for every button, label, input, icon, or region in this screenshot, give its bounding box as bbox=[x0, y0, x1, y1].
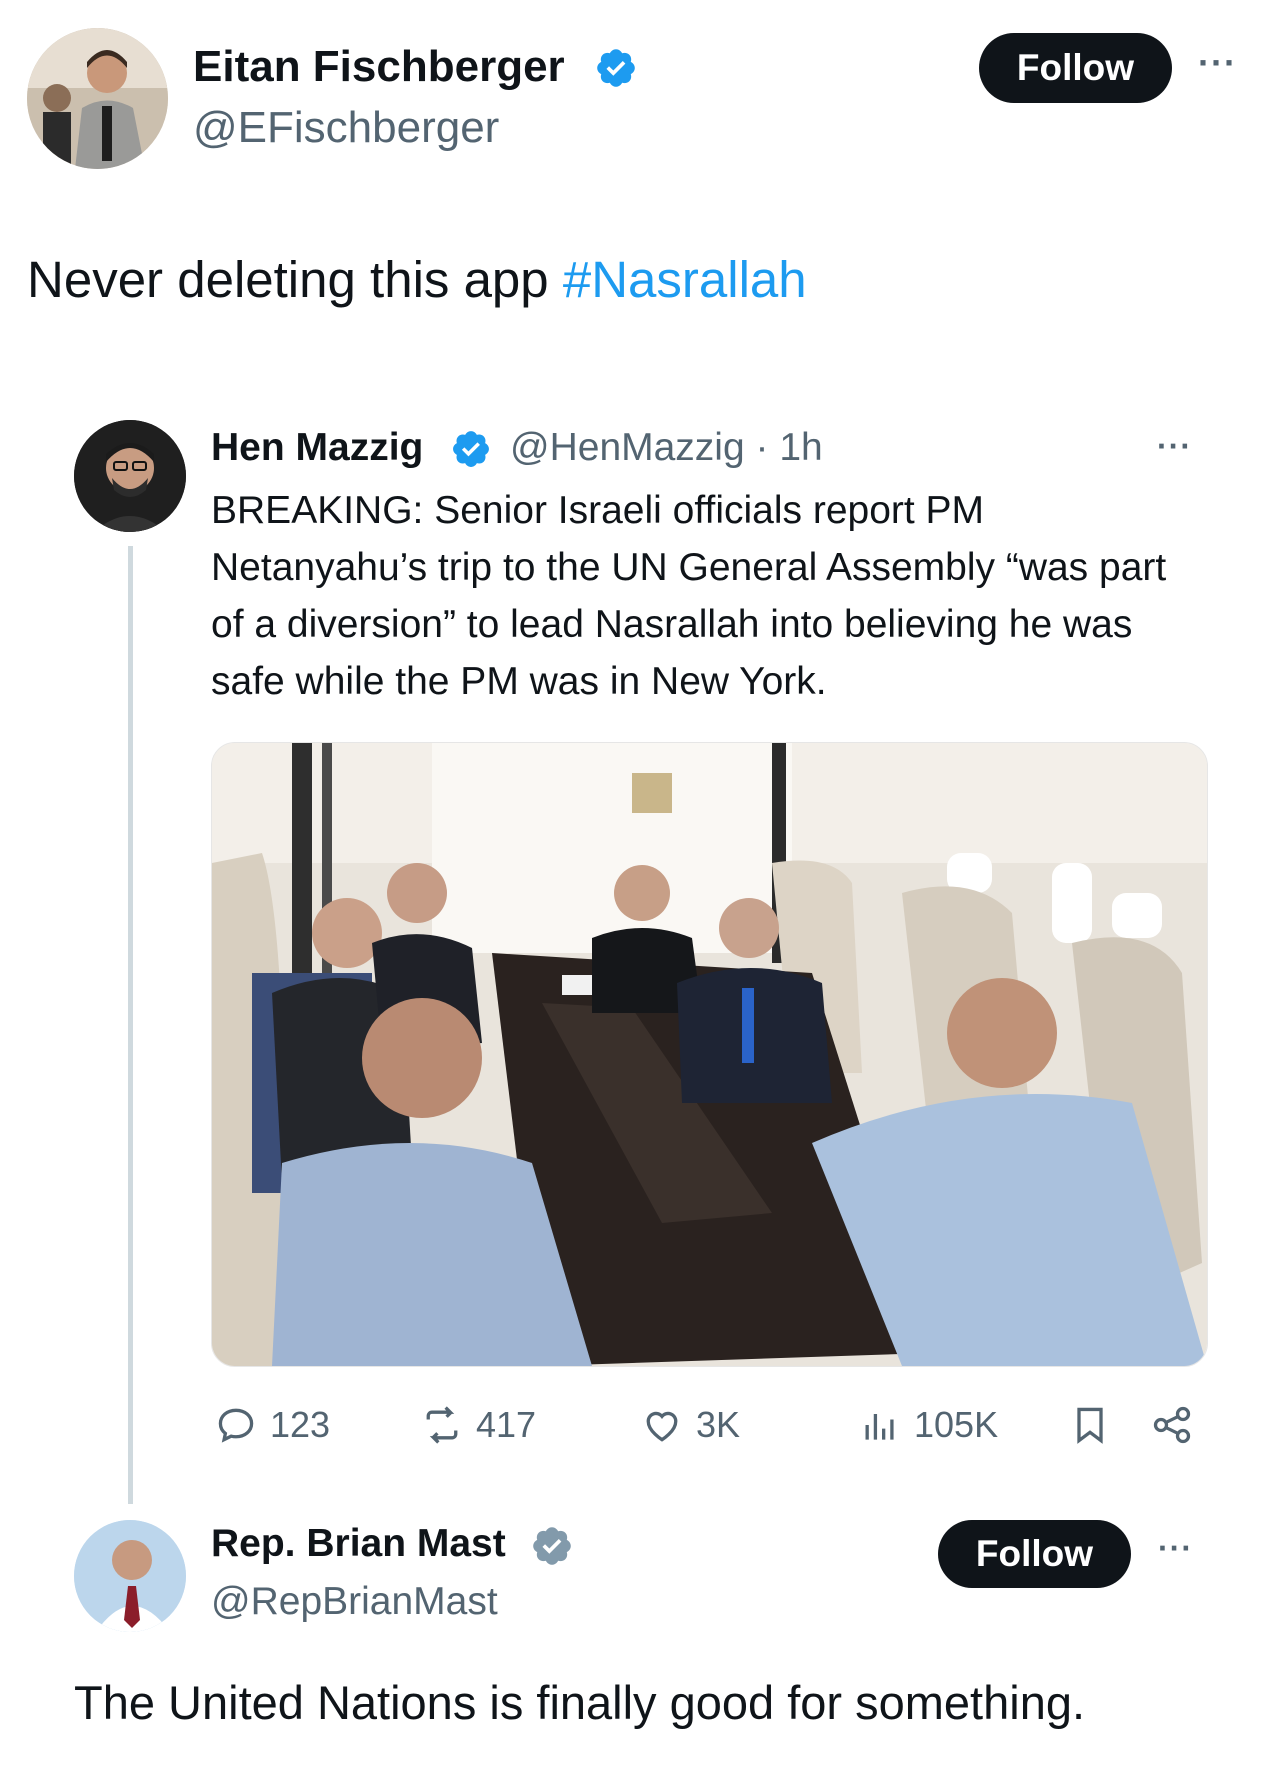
more-options-icon[interactable]: ··· bbox=[1158, 1530, 1193, 1567]
more-options-icon[interactable]: ··· bbox=[1198, 42, 1237, 84]
heart-icon bbox=[646, 1411, 678, 1442]
quoted-author-avatar[interactable] bbox=[74, 420, 186, 532]
quoted-author-handle-time[interactable]: @HenMazzig · 1h bbox=[510, 426, 823, 470]
view-count: 105K bbox=[914, 1404, 999, 1445]
reply-author-name[interactable]: Rep. Brian Mast bbox=[211, 1522, 506, 1566]
main-author-handle[interactable]: @EFischberger bbox=[193, 103, 499, 153]
repost-icon bbox=[426, 1406, 458, 1444]
main-author-name[interactable]: Eitan Fischberger bbox=[193, 42, 565, 92]
share-icon bbox=[1153, 1406, 1191, 1444]
main-tweet-body: Never deleting this app bbox=[27, 251, 563, 308]
reply-tweet-text: The United Nations is finally good for s… bbox=[74, 1676, 1086, 1729]
reply-author-handle[interactable]: @RepBrianMast bbox=[211, 1580, 498, 1624]
reply-icon bbox=[218, 1408, 254, 1443]
reply-author-avatar[interactable] bbox=[74, 1520, 186, 1632]
repost-button[interactable]: 417 bbox=[420, 1403, 536, 1447]
reply-count: 123 bbox=[270, 1404, 331, 1445]
follow-button[interactable]: Follow bbox=[979, 33, 1172, 103]
follow-button[interactable]: Follow bbox=[938, 1520, 1131, 1588]
repost-count: 417 bbox=[476, 1404, 537, 1445]
main-tweet-text: Never deleting this app #Nasrallah bbox=[27, 250, 807, 309]
tweet-photo-image[interactable] bbox=[211, 742, 1208, 1367]
more-options-icon[interactable]: ··· bbox=[1157, 428, 1192, 465]
quoted-author-name[interactable]: Hen Mazzig bbox=[211, 426, 423, 470]
hashtag-link[interactable]: #Nasrallah bbox=[563, 251, 807, 308]
government-badge-icon bbox=[533, 1527, 571, 1565]
analytics-icon bbox=[865, 1414, 894, 1440]
bookmark-button[interactable] bbox=[1068, 1403, 1124, 1447]
views-button[interactable]: 105K bbox=[858, 1403, 998, 1447]
verified-badge-icon bbox=[597, 49, 635, 87]
main-author-avatar[interactable] bbox=[27, 28, 168, 169]
thread-connector-line bbox=[128, 546, 133, 1504]
bookmark-icon bbox=[1077, 1407, 1103, 1444]
quoted-tweet-text: BREAKING: Senior Israeli officials repor… bbox=[211, 489, 1167, 703]
like-count: 3K bbox=[696, 1404, 741, 1445]
share-button[interactable] bbox=[1150, 1403, 1206, 1447]
verified-badge-icon bbox=[453, 431, 489, 467]
like-button[interactable]: 3K bbox=[640, 1403, 740, 1447]
reply-button[interactable]: 123 bbox=[214, 1403, 330, 1447]
